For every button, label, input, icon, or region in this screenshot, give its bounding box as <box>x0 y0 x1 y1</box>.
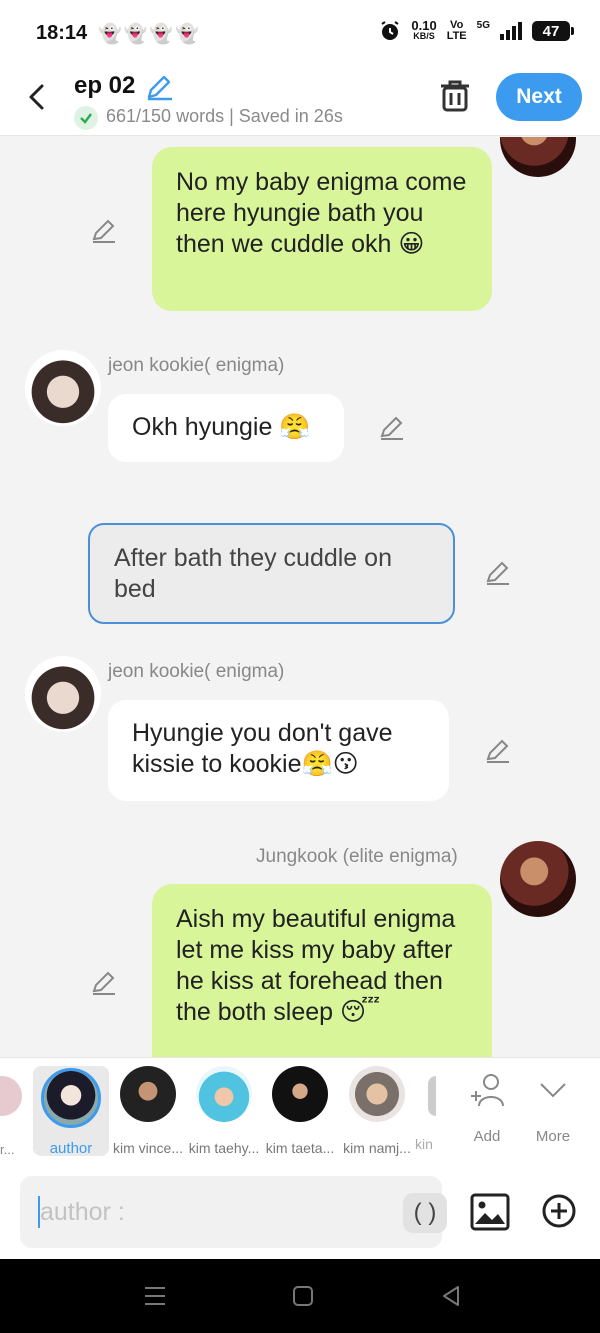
image-icon[interactable] <box>470 1193 510 1231</box>
character-avatar[interactable] <box>428 1076 436 1116</box>
message-bubble[interactable]: No my baby enigma come here hyungie bath… <box>152 147 492 311</box>
character-label: kin <box>415 1136 433 1152</box>
home-icon[interactable] <box>292 1285 314 1307</box>
alarm-icon <box>381 21 399 40</box>
character-item[interactable]: kim namj... <box>339 1066 415 1156</box>
composer-box: ( ) <box>20 1176 447 1248</box>
message-bubble[interactable]: Hyungie you don't gave kissie to kookie😤… <box>108 700 449 801</box>
word-count-status: 661/150 words | Saved in 26s <box>106 106 343 126</box>
next-button[interactable]: Next <box>496 73 582 121</box>
status-time: 18:14 <box>36 22 88 44</box>
edit-message-icon[interactable] <box>378 414 406 442</box>
character-avatar <box>349 1066 405 1122</box>
network-type: 5G <box>476 19 490 31</box>
avatar[interactable] <box>500 841 576 917</box>
chevron-down-icon <box>540 1083 566 1098</box>
battery-icon: 47 <box>532 21 574 41</box>
menu-icon[interactable] <box>144 1285 166 1307</box>
character-avatar <box>272 1066 328 1122</box>
signal-icon <box>500 22 522 40</box>
avatar[interactable] <box>25 350 101 426</box>
add-character-button[interactable]: Add <box>462 1072 512 1145</box>
speaker-name: jeon kookie( enigma) <box>108 661 285 682</box>
trash-icon[interactable] <box>438 78 472 114</box>
message-text: After bath they cuddle on bed <box>114 544 392 603</box>
character-label: r... <box>0 1142 15 1157</box>
status-bar: 18:14 👻👻👻👻 0.10 KB/S Vo LTE 5G 47 <box>0 0 600 66</box>
status-right: 0.10 KB/S Vo LTE 5G 47 <box>379 18 574 42</box>
speaker-name: Jungkook (elite enigma) <box>256 846 458 867</box>
character-avatar <box>41 1068 101 1128</box>
system-nav-bar <box>0 1259 600 1333</box>
character-item[interactable]: kim vince... <box>110 1066 186 1156</box>
add-person-icon <box>471 1074 504 1107</box>
message-text: Okh hyungie 😤 <box>132 413 311 441</box>
avatar[interactable] <box>25 656 101 732</box>
edit-title-icon[interactable] <box>144 72 174 102</box>
edit-message-icon[interactable] <box>484 737 512 765</box>
message-text: No my baby enigma come here hyungie bath… <box>176 168 467 258</box>
composer-bar: ( ) <box>0 1165 600 1259</box>
add-label: Add <box>473 1128 501 1145</box>
message-text: Aish my beautiful enigma let me kiss my … <box>176 905 456 1026</box>
saved-check-icon <box>74 106 98 130</box>
network-speed: 0.10 KB/S <box>411 18 437 41</box>
action-paren-button[interactable]: ( ) <box>403 1193 447 1233</box>
message-bubble[interactable]: Okh hyungie 😤 <box>108 394 344 462</box>
narration-bubble[interactable]: After bath they cuddle on bed <box>88 523 455 624</box>
more-label: More <box>535 1128 571 1145</box>
edit-message-icon[interactable] <box>90 217 118 245</box>
character-avatar <box>120 1066 176 1122</box>
character-avatar[interactable] <box>0 1076 22 1116</box>
character-avatar <box>196 1066 252 1122</box>
character-author[interactable]: author <box>33 1066 109 1157</box>
avatar[interactable] <box>500 137 576 177</box>
chat-area[interactable]: No my baby enigma come here hyungie bath… <box>0 137 600 1057</box>
back-arrow-icon[interactable] <box>22 82 52 112</box>
back-icon[interactable] <box>440 1285 462 1307</box>
message-bubble[interactable]: Aish my beautiful enigma let me kiss my … <box>152 884 492 1057</box>
volte-indicator: Vo LTE <box>446 19 467 42</box>
more-characters-button[interactable]: More <box>528 1072 578 1145</box>
edit-message-icon[interactable] <box>90 969 118 997</box>
speaker-name: jeon kookie( enigma) <box>108 355 285 376</box>
editor-header: ep 02 661/150 words | Saved in 26s Next <box>0 66 600 136</box>
add-plus-icon[interactable] <box>541 1193 577 1229</box>
edit-message-icon[interactable] <box>484 559 512 587</box>
character-label: author <box>49 1140 93 1157</box>
character-selector: r... author kim vince... kim taehy... ki… <box>0 1057 600 1165</box>
message-text: Hyungie you don't gave kissie to kookie😤… <box>132 719 393 778</box>
character-label: kim taehy... <box>188 1140 260 1156</box>
character-label: kim vince... <box>112 1140 183 1156</box>
character-label: kim namj... <box>343 1140 411 1156</box>
character-item[interactable]: kim taeta... <box>262 1066 338 1156</box>
notification-icons: 👻👻👻👻 <box>98 24 201 45</box>
message-input[interactable] <box>38 1196 368 1228</box>
episode-title[interactable]: ep 02 <box>74 72 135 100</box>
character-item[interactable]: kim taehy... <box>186 1066 262 1156</box>
character-label: kim taeta... <box>265 1140 335 1156</box>
